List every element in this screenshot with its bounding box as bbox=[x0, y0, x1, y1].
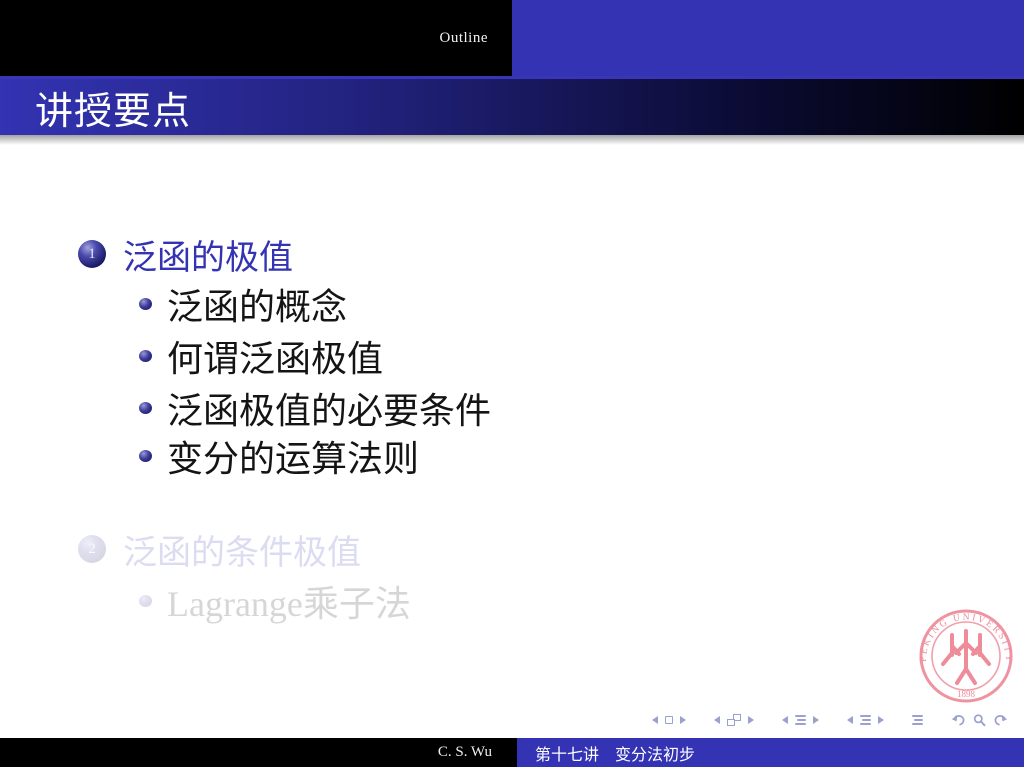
subsection-icon[interactable] bbox=[860, 715, 871, 725]
footline-author-cell: C. S. Wu bbox=[0, 738, 517, 767]
prev-subsection-icon[interactable] bbox=[847, 716, 853, 724]
slide-icon[interactable] bbox=[665, 716, 673, 724]
frametitle-bar: 讲授要点 bbox=[0, 79, 1024, 135]
bullet-icon bbox=[139, 298, 152, 310]
next-subsection-icon[interactable] bbox=[878, 716, 884, 724]
logo-emblem bbox=[943, 631, 989, 683]
prev-section-icon[interactable] bbox=[782, 716, 788, 724]
next-slide-icon[interactable] bbox=[680, 716, 686, 724]
search-icon[interactable] bbox=[973, 714, 986, 727]
history-nav-group bbox=[951, 714, 1008, 727]
toc-subsection[interactable]: 何谓泛函极值 bbox=[139, 336, 383, 376]
section-nav-group bbox=[782, 715, 819, 725]
toc-section-title[interactable]: 泛函的极值 bbox=[123, 230, 293, 279]
forward-icon[interactable] bbox=[993, 714, 1008, 727]
toc-section-1[interactable]: 1 泛函的极值 bbox=[78, 234, 293, 274]
section-number: 1 bbox=[88, 247, 96, 262]
toc-subsection-label[interactable]: 泛函极值的必要条件 bbox=[167, 382, 491, 434]
toc-subsection-label[interactable]: 何谓泛函极值 bbox=[167, 330, 383, 382]
section-number-ball: 1 bbox=[78, 240, 106, 268]
page-title: 讲授要点 bbox=[35, 80, 191, 135]
back-icon[interactable] bbox=[951, 714, 966, 727]
prev-frame-icon[interactable] bbox=[714, 716, 720, 724]
subsection-nav-group bbox=[847, 715, 884, 725]
section-number: 2 bbox=[88, 542, 96, 557]
appendix-icon[interactable] bbox=[912, 715, 923, 725]
footline-title-cell: 第十七讲 变分法初步 bbox=[517, 738, 1024, 767]
next-frame-icon[interactable] bbox=[748, 716, 754, 724]
lecture-title-label: 第十七讲 变分法初步 bbox=[535, 741, 695, 765]
footline-bar: C. S. Wu 第十七讲 变分法初步 bbox=[0, 738, 1024, 767]
headline-subsection-cell bbox=[512, 0, 1024, 76]
navigation-bar bbox=[652, 713, 1008, 727]
toc-subsection[interactable]: 泛函的概念 bbox=[139, 284, 347, 324]
toc-subsection-label[interactable]: 变分的运算法则 bbox=[167, 430, 419, 482]
bullet-icon bbox=[139, 450, 152, 462]
toc-subsection-label[interactable]: Lagrange乘子法 bbox=[167, 575, 411, 627]
appendix-nav-group bbox=[912, 715, 923, 725]
frame-nav-group bbox=[714, 714, 754, 726]
section-number-ball: 2 bbox=[78, 535, 106, 563]
bullet-icon bbox=[139, 595, 152, 607]
toc-subsection-label[interactable]: 泛函的概念 bbox=[167, 278, 347, 330]
toc-subsection[interactable]: 泛函极值的必要条件 bbox=[139, 388, 491, 428]
bullet-icon bbox=[139, 402, 152, 414]
frametitle-shadow bbox=[0, 135, 1024, 145]
headline-bar: Outline bbox=[0, 0, 1024, 76]
headline-section-cell: Outline bbox=[0, 0, 512, 76]
toc-section-title[interactable]: 泛函的条件极值 bbox=[123, 525, 361, 574]
section-label[interactable]: Outline bbox=[440, 30, 489, 47]
author-label: C. S. Wu bbox=[438, 744, 492, 761]
toc-subsection[interactable]: Lagrange乘子法 bbox=[139, 581, 411, 621]
next-section-icon[interactable] bbox=[813, 716, 819, 724]
peking-university-logo: PEKING UNIVERSITY 1898 bbox=[916, 606, 1016, 706]
frame-icon[interactable] bbox=[727, 714, 741, 726]
toc-section-2[interactable]: 2 泛函的条件极值 bbox=[78, 529, 361, 569]
prev-slide-icon[interactable] bbox=[652, 716, 658, 724]
section-icon[interactable] bbox=[795, 715, 806, 725]
beamer-slide: Outline 讲授要点 1 泛函的极值 泛函的概念 何谓泛函极值 泛函极值的必… bbox=[0, 0, 1024, 767]
slide-nav-group bbox=[652, 716, 686, 724]
logo-year: 1898 bbox=[957, 689, 976, 699]
toc-subsection[interactable]: 变分的运算法则 bbox=[139, 436, 419, 476]
bullet-icon bbox=[139, 350, 152, 362]
